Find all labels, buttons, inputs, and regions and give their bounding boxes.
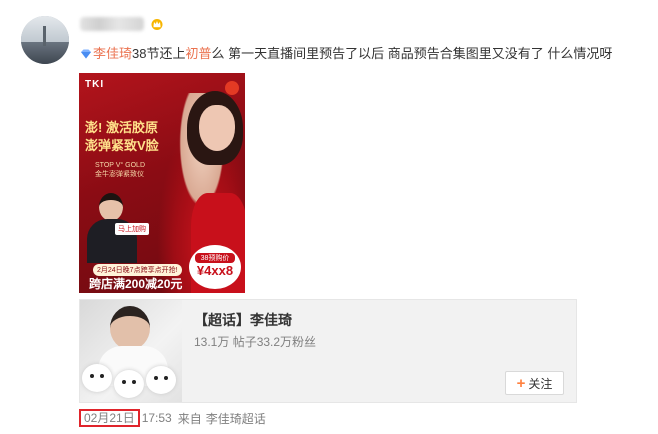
post-image[interactable]: TKI 澎! 激活胶原 澎弹紧致V脸 STOP V° GOLD 金牛澎弹紧致仪 … — [79, 73, 245, 293]
ad-cart-tag: 马上加购 — [115, 223, 149, 235]
ad-headline-line1: 澎! 激活胶原 — [85, 120, 158, 135]
card-title[interactable]: 【超话】李佳琦 — [194, 310, 292, 330]
source-link[interactable]: 李佳琦超话 — [206, 410, 266, 427]
card-stats: 13.1万 帖子33.2万粉丝 — [194, 335, 317, 349]
ad-subline-1: STOP V° GOLD — [95, 162, 146, 169]
follow-button[interactable]: + 关注 — [505, 371, 564, 395]
post-content: 李佳琦38节还上初普么 第一天直播间里预告了以后 商品预告合集图里又没有了 什么… — [80, 45, 612, 63]
post-date[interactable]: 02月21日 — [79, 409, 140, 427]
brand-logo: TKI — [85, 79, 105, 90]
follow-label: 关注 — [528, 376, 553, 391]
post-time: 17:53 — [141, 411, 172, 425]
diamond-icon — [81, 49, 91, 59]
ad-subline-2: 金牛澎弹紧致仪 — [95, 171, 144, 178]
plus-icon: + — [516, 374, 526, 392]
user-avatar[interactable] — [21, 16, 69, 64]
vip-crown-icon — [151, 19, 163, 30]
post-footer: 02月21日 17:53 来自 李佳琦超话 — [79, 409, 266, 427]
mention-link[interactable]: 李佳琦 — [93, 46, 132, 61]
supertopic-card[interactable]: 【超话】李佳琦 13.1万 帖子33.2万粉丝 + 关注 — [79, 299, 577, 403]
author-row — [80, 15, 164, 33]
highlight-link[interactable]: 初普 — [185, 46, 211, 61]
ad-price-badge: 38预购价 ¥4xx8 — [189, 245, 241, 289]
ad-price-value: ¥4xx8 — [196, 263, 234, 278]
ad-subline: STOP V° GOLD 金牛澎弹紧致仪 — [95, 161, 145, 179]
from-label: 来自 — [177, 411, 202, 426]
ad-promo: 跨店满200减20元 — [89, 277, 183, 291]
ad-price-label: 38预购价 — [195, 253, 235, 263]
card-thumbnail — [80, 300, 182, 402]
ad-headline-line2: 澎弹紧致V脸 — [85, 138, 159, 153]
brand-badge-icon — [225, 81, 239, 95]
post-text-part1: 38节还上 — [132, 46, 186, 61]
post-text-part2: 么 第一天直播间里预告了以后 商品预告合集图里又没有了 什么情况呀 — [211, 46, 613, 61]
author-name-blurred[interactable] — [80, 17, 144, 31]
ad-headline: 澎! 激活胶原 澎弹紧致V脸 — [85, 119, 159, 155]
